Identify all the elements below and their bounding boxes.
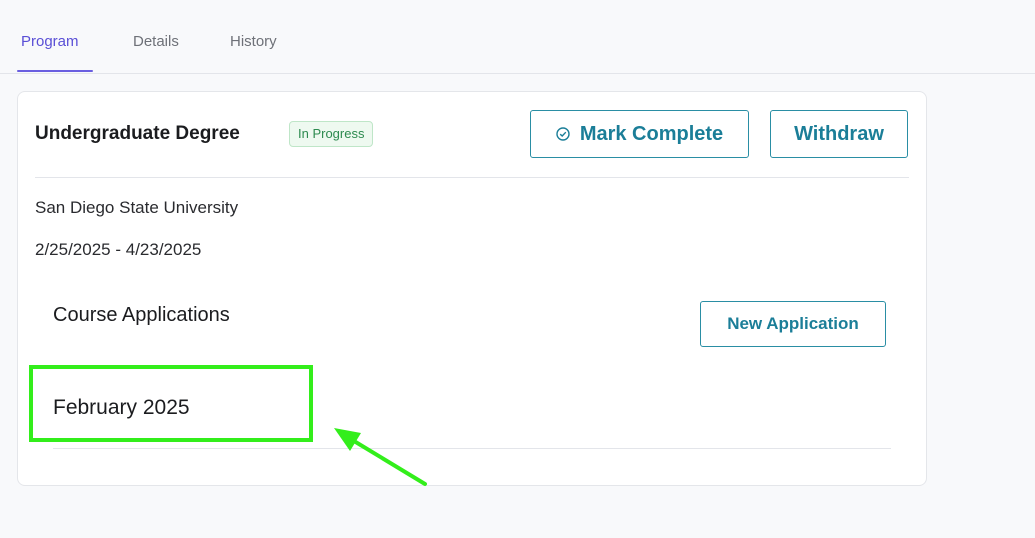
month-divider [53, 448, 891, 449]
mark-complete-label: Mark Complete [579, 122, 724, 145]
new-application-label: New Application [727, 314, 859, 333]
program-title: Undergraduate Degree [35, 123, 240, 144]
active-tab-indicator [17, 70, 93, 72]
annotation-highlight-box [29, 365, 313, 442]
check-circle-icon [556, 127, 570, 141]
tab-details[interactable]: Details [133, 33, 179, 50]
new-application-button[interactable]: New Application [700, 301, 886, 347]
arrow-icon [334, 428, 427, 486]
status-badge: In Progress [289, 121, 374, 147]
course-applications-title: Course Applications [53, 304, 230, 326]
tab-program[interactable]: Program [21, 33, 79, 50]
withdraw-label: Withdraw [794, 122, 884, 145]
withdraw-button[interactable]: Withdraw [770, 110, 908, 158]
tab-bar: Program Details History [0, 0, 1035, 74]
header-divider [35, 177, 909, 178]
institution-name: San Diego State University [35, 198, 239, 217]
date-range: 2/25/2025 - 4/23/2025 [35, 240, 202, 259]
mark-complete-button[interactable]: Mark Complete [530, 110, 749, 158]
tab-history[interactable]: History [230, 33, 277, 50]
